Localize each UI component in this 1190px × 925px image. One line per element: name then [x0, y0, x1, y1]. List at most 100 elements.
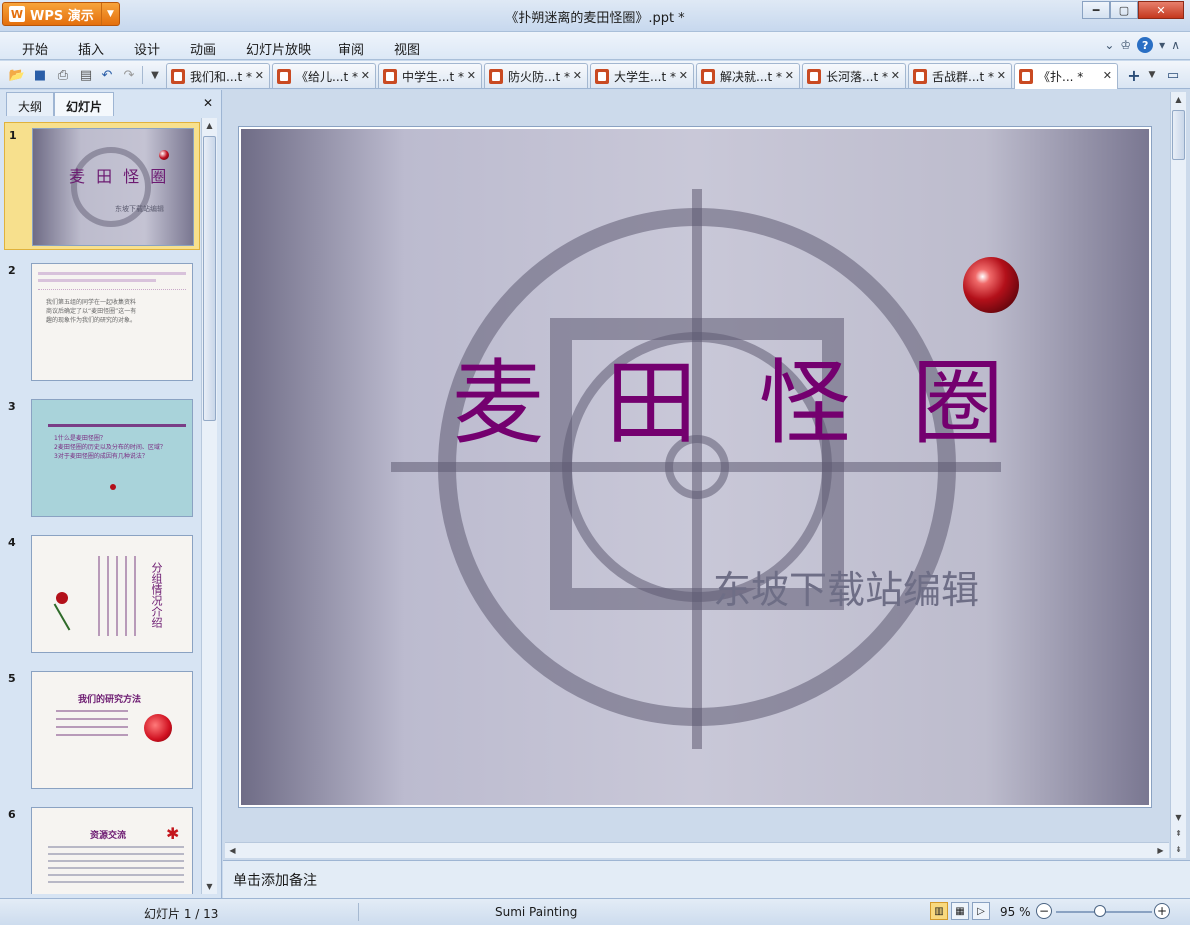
- close-tab-icon[interactable]: ✕: [997, 69, 1006, 82]
- doc-tab[interactable]: 《给儿...t * ✕: [272, 63, 376, 88]
- scroll-thumb[interactable]: [1172, 110, 1185, 160]
- notes-pane[interactable]: 单击添加备注: [223, 860, 1190, 898]
- zoom-level[interactable]: 95 %: [1000, 905, 1031, 919]
- ball-icon: [110, 484, 116, 490]
- slide-title[interactable]: 麦 田 怪 圈: [452, 329, 1020, 462]
- print-icon[interactable]: ⎙: [54, 66, 72, 84]
- doc-tab[interactable]: 中学生...t * ✕: [378, 63, 482, 88]
- editor-horizontal-scrollbar[interactable]: ◀ ▶: [225, 842, 1169, 858]
- undo-icon[interactable]: ↶: [98, 66, 116, 84]
- minimize-ribbon-icon[interactable]: ∧: [1171, 38, 1180, 52]
- thumbnail-2[interactable]: 2 我们第五组的同学在一起收集资料 商议后确定了以“麦田怪圈”这一有 趣的现象作…: [4, 258, 200, 386]
- chevron-down-icon[interactable]: ▼: [1143, 66, 1161, 84]
- editor-vertical-scrollbar[interactable]: ▲ ▼ ⇞ ⇟: [1170, 92, 1186, 858]
- notes-placeholder[interactable]: 单击添加备注: [233, 870, 317, 890]
- save-icon[interactable]: ■: [31, 66, 49, 84]
- placeholder-lines: [48, 846, 184, 886]
- doc-tab-active[interactable]: 《扑... * ✕: [1014, 63, 1118, 89]
- slide-sorter-view-icon[interactable]: ▦: [951, 902, 969, 920]
- thumbnail-list: 1 麦 田 怪 圈 东坡下载站编辑 2 我们第五组的同学在一起收集资料 商议后确…: [4, 118, 200, 894]
- menu-review[interactable]: 审阅: [338, 39, 364, 58]
- scroll-right-icon[interactable]: ▶: [1153, 843, 1168, 858]
- slide-subtitle[interactable]: 东坡下载站编辑: [713, 559, 979, 614]
- thumbnail-6[interactable]: 6 资源交流 ✱: [4, 802, 200, 894]
- menu-home[interactable]: 开始: [22, 39, 48, 58]
- ppt-file-icon: [171, 68, 185, 84]
- slideshow-view-icon[interactable]: ▷: [972, 902, 990, 920]
- thumbnail-image: 麦 田 怪 圈 东坡下载站编辑: [32, 128, 194, 246]
- close-tab-icon[interactable]: ✕: [785, 69, 794, 82]
- close-tab-icon[interactable]: ✕: [891, 69, 900, 82]
- menu-slideshow[interactable]: 幻灯片放映: [246, 39, 311, 58]
- open-icon[interactable]: 📂: [8, 66, 26, 84]
- zoom-slider-knob[interactable]: [1094, 905, 1106, 917]
- slides-panel: 大纲 幻灯片 ✕ 1 麦 田 怪 圈 东坡下载站编辑 2 我们第五组的同学在一起…: [0, 90, 222, 898]
- thumbnail-image: 1什么是麦田怪圈？ 2麦田怪圈的历史以及分布的时间、区域？ 3对于麦田怪圈的成因…: [31, 399, 193, 517]
- zoom-out-icon[interactable]: −: [1036, 903, 1052, 919]
- scroll-up-icon[interactable]: ▲: [1171, 92, 1186, 107]
- chevron-down-icon[interactable]: ▾: [1159, 38, 1165, 52]
- tab-list-icon[interactable]: ▭: [1164, 66, 1182, 84]
- title-bar: W WPS 演示 ▼ 《扑朔迷离的麦田怪圈》.ppt * ━ ▢ ✕: [0, 0, 1190, 32]
- zoom-in-icon[interactable]: +: [1154, 903, 1170, 919]
- status-divider: [358, 903, 359, 921]
- ppt-file-icon: [701, 68, 715, 84]
- doc-tab[interactable]: 解决就...t * ✕: [696, 63, 800, 88]
- maximize-button[interactable]: ▢: [1110, 1, 1138, 19]
- ball-icon: [144, 714, 172, 742]
- thumbnail-image: 我们的研究方法: [31, 671, 193, 789]
- ppt-file-icon: [595, 68, 609, 84]
- close-icon[interactable]: ✕: [203, 96, 213, 110]
- menu-insert[interactable]: 插入: [78, 39, 104, 58]
- skin-icon[interactable]: ♔: [1120, 38, 1131, 52]
- normal-view-icon[interactable]: ▥: [930, 902, 948, 920]
- slide-counter: 幻灯片 1 / 13: [144, 907, 219, 921]
- close-tab-icon[interactable]: ✕: [1103, 69, 1112, 82]
- close-tab-icon[interactable]: ✕: [467, 69, 476, 82]
- scroll-down-icon[interactable]: ▼: [1171, 810, 1186, 825]
- next-slide-icon[interactable]: ⇟: [1171, 842, 1186, 857]
- previous-slide-icon[interactable]: ⇞: [1171, 826, 1186, 841]
- chevron-down-icon[interactable]: ⌄: [1104, 38, 1114, 52]
- scroll-left-icon[interactable]: ◀: [225, 843, 240, 858]
- doc-tab[interactable]: 长河落...t * ✕: [802, 63, 906, 88]
- minimize-button[interactable]: ━: [1082, 1, 1110, 19]
- close-tab-icon[interactable]: ✕: [255, 69, 264, 82]
- close-button[interactable]: ✕: [1138, 1, 1184, 19]
- rose-icon: [56, 592, 68, 604]
- customize-toolbar-icon[interactable]: ▼: [146, 66, 164, 84]
- menu-design[interactable]: 设计: [134, 39, 160, 58]
- current-slide[interactable]: 麦 田 怪 圈 东坡下载站编辑: [239, 127, 1151, 807]
- thumbnail-1[interactable]: 1 麦 田 怪 圈 东坡下载站编辑: [4, 122, 200, 250]
- close-tab-icon[interactable]: ✕: [573, 69, 582, 82]
- tab-outline[interactable]: 大纲: [6, 92, 55, 116]
- menu-view[interactable]: 视图: [394, 39, 420, 58]
- close-tab-icon[interactable]: ✕: [679, 69, 688, 82]
- scroll-up-icon[interactable]: ▲: [202, 118, 217, 133]
- doc-tab[interactable]: 我们和...t * ✕: [166, 63, 270, 88]
- theme-name: Sumi Painting: [495, 905, 578, 919]
- menu-animation[interactable]: 动画: [190, 39, 216, 58]
- help-icon[interactable]: ?: [1137, 37, 1154, 53]
- ppt-file-icon: [489, 68, 503, 84]
- placeholder-lines: [98, 556, 138, 636]
- doc-tab[interactable]: 大学生...t * ✕: [590, 63, 694, 88]
- doc-tab[interactable]: 防火防...t * ✕: [484, 63, 588, 88]
- thumbnail-scrollbar[interactable]: ▲ ▼: [201, 118, 217, 894]
- crop-circle-background: [391, 189, 1001, 749]
- scroll-thumb[interactable]: [203, 136, 216, 421]
- thumbnail-3[interactable]: 3 1什么是麦田怪圈？ 2麦田怪圈的历史以及分布的时间、区域？ 3对于麦田怪圈的…: [4, 394, 200, 522]
- rose-stem: [53, 603, 71, 631]
- scroll-down-icon[interactable]: ▼: [202, 879, 217, 894]
- redo-icon[interactable]: ↷: [120, 66, 138, 84]
- doc-tab[interactable]: 舌战群...t * ✕: [908, 63, 1012, 88]
- close-tab-icon[interactable]: ✕: [361, 69, 370, 82]
- toolbar-divider: [142, 66, 143, 84]
- thumbnail-4[interactable]: 4 分组情况介绍: [4, 530, 200, 658]
- status-bar: 幻灯片 1 / 13 Sumi Painting ▥ ▦ ▷ 95 % − +: [0, 898, 1190, 925]
- thumbnail-5[interactable]: 5 我们的研究方法: [4, 666, 200, 794]
- tab-slides[interactable]: 幻灯片: [54, 92, 115, 116]
- new-tab-icon[interactable]: +: [1124, 65, 1144, 85]
- print-preview-icon[interactable]: ▤: [77, 66, 95, 84]
- circle-decoration: [71, 147, 151, 227]
